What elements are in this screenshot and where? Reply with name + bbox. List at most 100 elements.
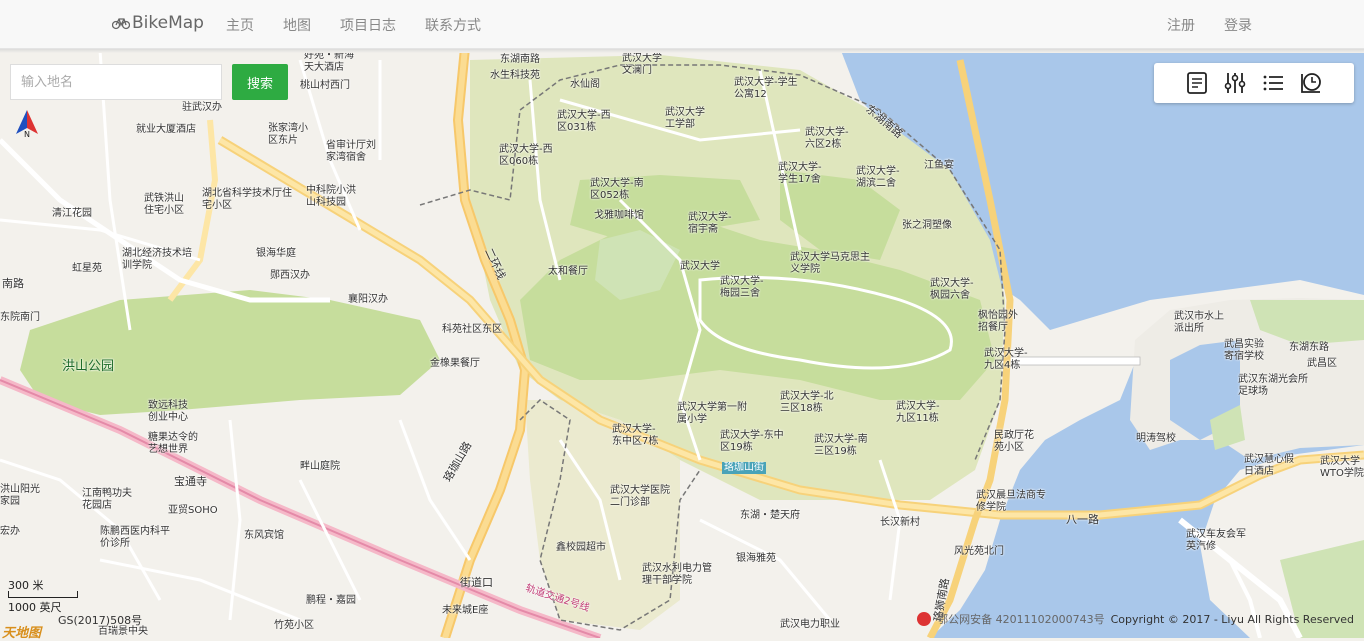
map-label[interactable]: 武汉大学第一附属小学 [677,402,747,426]
nav-contact[interactable]: 联系方式 [425,15,481,35]
map-label[interactable]: 天大酒店 [304,62,344,74]
map-label[interactable]: 武汉大学 [680,261,720,273]
map-label[interactable]: 中科院小洪山科技园 [306,185,362,209]
map-label[interactable]: 武汉大学-东中区7栋 [612,424,662,448]
map-label[interactable]: 武昌实验寄宿学校 [1224,339,1270,363]
register-link[interactable]: 注册 [1167,15,1195,35]
map-label[interactable]: 武汉大学-宿宇斋 [688,212,734,236]
map-label[interactable]: 洪山阳光家园 [0,484,46,508]
map-label[interactable]: 武汉大学-东中区19栋 [720,430,786,454]
map-label[interactable]: 东院南门 [0,312,40,324]
map-label[interactable]: 明涛驾校 [1136,433,1176,445]
map-label[interactable]: 武汉慧心假日酒店 [1244,454,1294,478]
search-input[interactable] [10,64,222,100]
icp-record[interactable]: 鄂公网安备 42011102000743号 [937,611,1104,627]
map-label[interactable]: 未来城E座 [442,605,488,617]
map-label[interactable]: 竹苑小区 [274,620,314,632]
map-label[interactable]: 清江花园 [52,208,92,220]
map-label[interactable]: 银海华庭 [256,248,296,260]
map-label[interactable]: 武汉大学-南三区19栋 [814,434,876,458]
map-label[interactable]: 民政厅花苑小区 [994,430,1040,454]
brand-logo[interactable]: BikeMap [112,13,204,33]
map-label[interactable]: 武汉大学工学部 [665,107,711,131]
map-label[interactable]: 武汉东湖光会所足球场 [1238,374,1308,398]
road-label[interactable]: 八一路 [1066,514,1099,526]
map-label[interactable]: 武汉大学马克思主义学院 [790,252,870,276]
map-label[interactable]: 武汉大学WTO学院 [1320,456,1364,480]
road-label[interactable]: 南路 [2,278,24,290]
map-label[interactable]: 金橡果餐厅 [430,358,480,370]
map-label[interactable]: 湖北经济技术培训学院 [122,248,192,272]
map-label[interactable]: 武汉晨旦法商专修学院 [976,490,1052,514]
sliders-icon[interactable] [1222,70,1248,96]
map-label[interactable]: 东湖东路 [1289,342,1329,354]
map-label[interactable]: 郧西汉办 [270,270,310,282]
map-label[interactable]: 鑫校园超市 [556,542,606,554]
map-base [0,48,1364,638]
map-label[interactable]: 江鱼宴 [924,160,954,172]
map-label[interactable]: 桃山村西门 [300,80,350,92]
map-label[interactable]: 武铁洪山住宅小区 [144,193,190,217]
map-label[interactable]: 武汉水利电力管理干部学院 [642,563,712,587]
map-label[interactable]: 糖果达令的艺想世界 [148,432,204,456]
map-label[interactable]: 枫怡园外招餐厅 [978,310,1022,334]
map-label[interactable]: 驻武汉办 [182,102,222,114]
map-label[interactable]: 宏办 [0,526,20,538]
nav-home[interactable]: 主页 [226,15,254,35]
map-label[interactable]: 武汉市水上派出所 [1174,311,1230,335]
road-label[interactable]: 宝通寺 [174,476,207,488]
map-label[interactable]: 武汉大学-学生公寓12 [734,77,800,101]
map-label[interactable]: 武汉大学-西区060栋 [499,144,555,168]
nav-project-log[interactable]: 项目日志 [340,15,396,35]
login-link[interactable]: 登录 [1224,15,1252,35]
map-label[interactable]: 鹏程・嘉园 [306,595,356,607]
map-label[interactable]: 东风宾馆 [244,530,284,542]
nav-map[interactable]: 地图 [283,15,311,35]
history-clock-icon[interactable] [1298,70,1324,96]
map-label[interactable]: 省审计厅刘家湾宿舍 [326,140,382,164]
map-label[interactable]: 东湖南路 [500,54,540,66]
map-label[interactable]: 武汉大学-湖滨二舍 [856,166,906,190]
map-label[interactable]: 致远科技创业中心 [148,400,194,424]
map-label[interactable]: 武汉大学-六区2栋 [805,127,855,151]
map-label[interactable]: 就业大厦酒店 [136,124,196,136]
map-label[interactable]: 水仙阁 [570,79,600,91]
map-label[interactable]: 长汉新村 [880,517,920,529]
park-label[interactable]: 洪山公园 [62,359,114,374]
map-label[interactable]: 襄阳汉办 [348,294,388,306]
map-label[interactable]: 武汉大学-枫园六舍 [930,278,980,302]
map-label[interactable]: 武昌区 [1307,358,1337,370]
map-label[interactable]: 畔山庭院 [300,461,340,473]
map-label[interactable]: 陈鹏西医内科平价诊所 [100,526,170,550]
search-button[interactable]: 搜索 [232,64,288,100]
list-icon[interactable] [1260,70,1286,96]
map-label[interactable]: 武汉大学-西区031栋 [557,110,613,134]
map-label[interactable]: 江南鸭功夫花园店 [82,488,138,512]
map-label[interactable]: 水生科技苑 [490,70,540,82]
map-label[interactable]: 武汉电力职业 [780,619,840,631]
map-label[interactable]: 武汉大学-九区4栋 [984,348,1030,372]
map-label[interactable]: 武汉大学-学生17舍 [778,162,828,186]
map-label[interactable]: 武汉大学-梅园三舍 [720,276,770,300]
road-label[interactable]: 街道口 [460,577,493,589]
map-label[interactable]: 亚贸SOHO [168,505,218,517]
map-label[interactable]: 湖北省科学技术厅住宅小区 [202,188,292,212]
map-label[interactable]: 武汉大学-北三区18栋 [780,391,842,415]
subway-station[interactable]: 珞珈山街 [722,462,766,474]
map-label[interactable]: 戈雅咖啡馆 [594,210,644,222]
map-label[interactable]: 科苑社区东区 [442,324,502,336]
document-icon[interactable] [1184,70,1210,96]
map-label[interactable]: 张之洞塑像 [902,220,952,232]
map-label[interactable]: 武汉大学文澜门 [622,53,662,77]
map-label[interactable]: 武汉大学-九区11栋 [896,401,946,425]
map-label[interactable]: 虹星苑 [72,263,102,275]
map-label[interactable]: 武汉大学-南区052栋 [590,178,646,202]
map-canvas[interactable]: 好苑・新海 天大酒店 桃山村西门 东湖南路 水生科技苑 水仙阁 武汉大学文澜门 … [0,48,1364,638]
map-label[interactable]: 太和餐厅 [548,266,588,278]
map-label[interactable]: 武汉大学医院二门诊部 [610,485,676,509]
map-label[interactable]: 武汉车友会军英汽修 [1186,529,1248,553]
map-label[interactable]: 风光苑北门 [954,546,1004,558]
map-label[interactable]: 东湖・楚天府 [740,510,800,522]
map-label[interactable]: 张家湾小区东片 [268,123,314,147]
map-label[interactable]: 银海雅苑 [736,553,776,565]
